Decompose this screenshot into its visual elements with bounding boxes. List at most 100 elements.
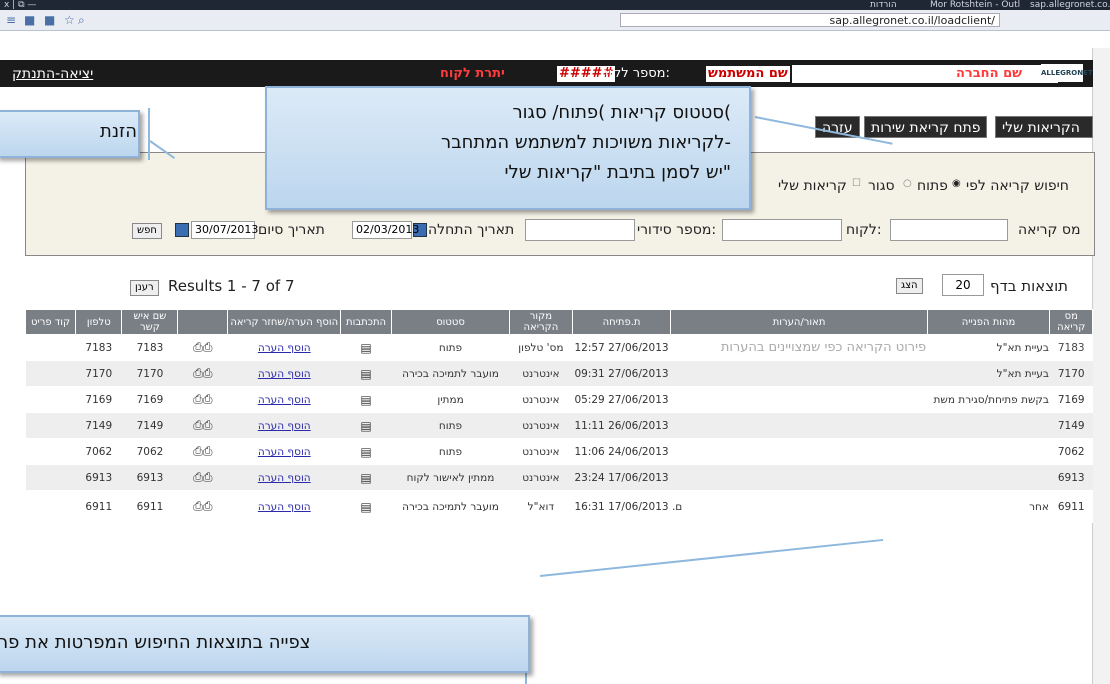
my-calls-tab[interactable]: הקריאות שלי xyxy=(995,116,1093,138)
col-header-add-note[interactable]: הוסף הערה/שחזר קריאה xyxy=(227,309,342,335)
cell-phone: 6913 xyxy=(75,464,122,491)
print-icon[interactable]: ⎙⎙ xyxy=(177,334,228,361)
client-input[interactable] xyxy=(722,219,842,241)
table-row[interactable]: 7062 24/06/2013 11:06 אינטרנט פתוח ▤ הוס… xyxy=(25,438,1093,465)
calendar-icon[interactable] xyxy=(175,223,189,237)
table-row[interactable]: 6913 17/06/2013 23:24 אינטרנט ממתין לאיש… xyxy=(25,464,1093,491)
add-note-link[interactable]: הוסף הערה xyxy=(227,490,341,523)
extension-icon[interactable]: ■ xyxy=(24,13,35,27)
status-callout: סטטוס קריאות )פתוח/ סגור( לקריאות משויכו… xyxy=(265,86,751,210)
col-header-correspondence[interactable]: התכתבות xyxy=(340,309,392,335)
my-calls-checkbox[interactable]: ☐ xyxy=(852,178,861,189)
add-note-link-text[interactable]: הוסף הערה xyxy=(258,472,311,484)
col-header-description[interactable]: תאור/הערות xyxy=(670,309,928,335)
correspondence-icon[interactable]: ▤ xyxy=(340,334,392,361)
add-note-link-text[interactable]: הוסף הערה xyxy=(258,342,311,354)
cell-subject: בקשת פתיחת/סגירת משת xyxy=(927,386,1050,413)
status-callout-line-1: סטטוס קריאות )פתוח/ סגור( xyxy=(512,102,731,123)
cell-call-no[interactable]: 6913 xyxy=(1049,464,1093,491)
star-icon[interactable]: ☆ xyxy=(64,13,75,27)
add-note-link[interactable]: הוסף הערה xyxy=(227,412,341,439)
callout-connector xyxy=(148,108,150,160)
window-controls[interactable]: x | ⧉ — xyxy=(4,0,36,10)
add-note-link[interactable]: הוסף הערה xyxy=(227,464,341,491)
col-header-print xyxy=(177,309,229,335)
col-header-phone[interactable]: טלפון xyxy=(75,309,123,335)
add-note-link-text[interactable]: הוסף הערה xyxy=(258,368,311,380)
cell-open-date: 27/06/2013 09:31 xyxy=(572,360,671,387)
table-row[interactable]: 7169 בקשת פתיחת/סגירת משת 27/06/2013 05:… xyxy=(25,386,1093,413)
cell-description xyxy=(670,464,928,491)
col-header-call-no[interactable]: מס קריאה xyxy=(1049,309,1093,335)
cell-subject xyxy=(927,464,1050,491)
cell-call-no[interactable]: 7149 xyxy=(1049,412,1093,439)
browser-tab-outlook[interactable]: Mor Rotshtein - Outl xyxy=(930,0,1020,10)
search-icon[interactable]: ⌕ xyxy=(78,13,85,28)
correspondence-icon[interactable]: ▤ xyxy=(340,412,392,439)
add-note-link[interactable]: הוסף הערה xyxy=(227,360,341,387)
print-icon[interactable]: ⎙⎙ xyxy=(177,360,228,387)
correspondence-icon[interactable]: ▤ xyxy=(340,490,392,523)
search-by-label: חיפוש קריאה לפי xyxy=(966,178,1069,194)
extension-icon[interactable]: ■ xyxy=(44,13,55,27)
cell-description: פירוט הקריאה כפי שמצויינים בהערות xyxy=(670,334,928,361)
print-icon[interactable]: ⎙⎙ xyxy=(177,386,228,413)
browser-tab-downloads[interactable]: הורדות xyxy=(870,0,897,10)
print-icon[interactable]: ⎙⎙ xyxy=(177,412,228,439)
col-header-open-date[interactable]: ת.פתיחה xyxy=(571,309,672,335)
cell-item-code xyxy=(25,490,76,523)
scrollbar[interactable] xyxy=(1092,48,1110,684)
add-note-link-text[interactable]: הוסף הערה xyxy=(258,420,311,432)
add-note-link-text[interactable]: הוסף הערה xyxy=(258,446,311,458)
col-header-item-code[interactable]: קוד פריט xyxy=(24,309,77,335)
search-button[interactable]: חפש xyxy=(132,223,162,239)
print-icon[interactable]: ⎙⎙ xyxy=(177,464,228,491)
add-note-link[interactable]: הוסף הערה xyxy=(227,386,341,413)
url-field[interactable]: sap.allegronet.co.il/loadclient/ xyxy=(620,13,1000,27)
cell-subject: אחר xyxy=(927,490,1050,523)
print-icon[interactable]: ⎙⎙ xyxy=(177,490,228,523)
cell-contact: 7062 xyxy=(121,438,178,465)
cell-open-date: 26/06/2013 11:11 xyxy=(572,412,671,439)
cell-call-no[interactable]: 7062 xyxy=(1049,438,1093,465)
print-icon[interactable]: ⎙⎙ xyxy=(177,438,228,465)
add-note-link[interactable]: הוסף הערה xyxy=(227,438,341,465)
cell-call-no[interactable]: 7170 xyxy=(1049,360,1093,387)
table-row[interactable]: 7170 בעיית תא"ל 27/06/2013 09:31 אינטרנט… xyxy=(25,360,1093,387)
add-note-link-text[interactable]: הוסף הערה xyxy=(258,501,311,513)
cell-item-code xyxy=(25,334,76,361)
serial-input[interactable] xyxy=(525,219,635,241)
cell-call-no[interactable]: 7183 xyxy=(1049,334,1093,361)
logout-link[interactable]: יציאה-התנתק xyxy=(12,66,93,82)
table-row[interactable]: 7183 בעיית תא"ל פירוט הקריאה כפי שמצויינ… xyxy=(25,334,1093,361)
per-page-input[interactable]: 20 xyxy=(942,274,984,296)
correspondence-icon[interactable]: ▤ xyxy=(340,360,392,387)
add-note-link-text[interactable]: הוסף הערה xyxy=(258,394,311,406)
col-header-contact[interactable]: שם איש קשר xyxy=(121,309,179,335)
col-header-status[interactable]: סטטוס xyxy=(390,309,511,335)
correspondence-icon[interactable]: ▤ xyxy=(340,386,392,413)
open-radio[interactable]: ◉ xyxy=(952,178,961,189)
correspondence-icon[interactable]: ▤ xyxy=(340,464,392,491)
col-header-subject[interactable]: מהות הפנייה xyxy=(926,309,1051,335)
cell-description xyxy=(670,386,928,413)
menu-icon[interactable]: ≡ xyxy=(6,13,16,27)
end-date-input[interactable]: 30/07/2013 xyxy=(191,221,258,239)
cell-phone: 7149 xyxy=(75,412,122,439)
browser-tab-sap[interactable]: sap.allegronet.co.il/lo xyxy=(1030,0,1110,10)
correspondence-icon[interactable]: ▤ xyxy=(340,438,392,465)
cell-source: אינטרנט xyxy=(509,386,573,413)
closed-radio[interactable]: ○ xyxy=(903,178,912,189)
cell-call-no[interactable]: 7169 xyxy=(1049,386,1093,413)
call-number-input[interactable] xyxy=(890,219,1008,241)
cell-subject xyxy=(927,438,1050,465)
table-row[interactable]: 7149 26/06/2013 11:11 אינטרנט פתוח ▤ הוס… xyxy=(25,412,1093,439)
col-header-source[interactable]: מקור הקריאה xyxy=(509,309,573,335)
refresh-button[interactable]: רענן xyxy=(130,280,159,296)
show-button[interactable]: הצג xyxy=(896,278,923,294)
add-note-link[interactable]: הוסף הערה xyxy=(227,334,341,361)
table-row[interactable]: 6911 אחר ם. 17/06/2013 16:31 דוא"ל מועבר… xyxy=(25,490,1093,523)
cell-call-no[interactable]: 6911 xyxy=(1049,490,1093,523)
start-date-input[interactable]: 02/03/2013 xyxy=(352,221,419,239)
open-service-call-tab[interactable]: פתח קריאת שירות xyxy=(864,116,988,138)
